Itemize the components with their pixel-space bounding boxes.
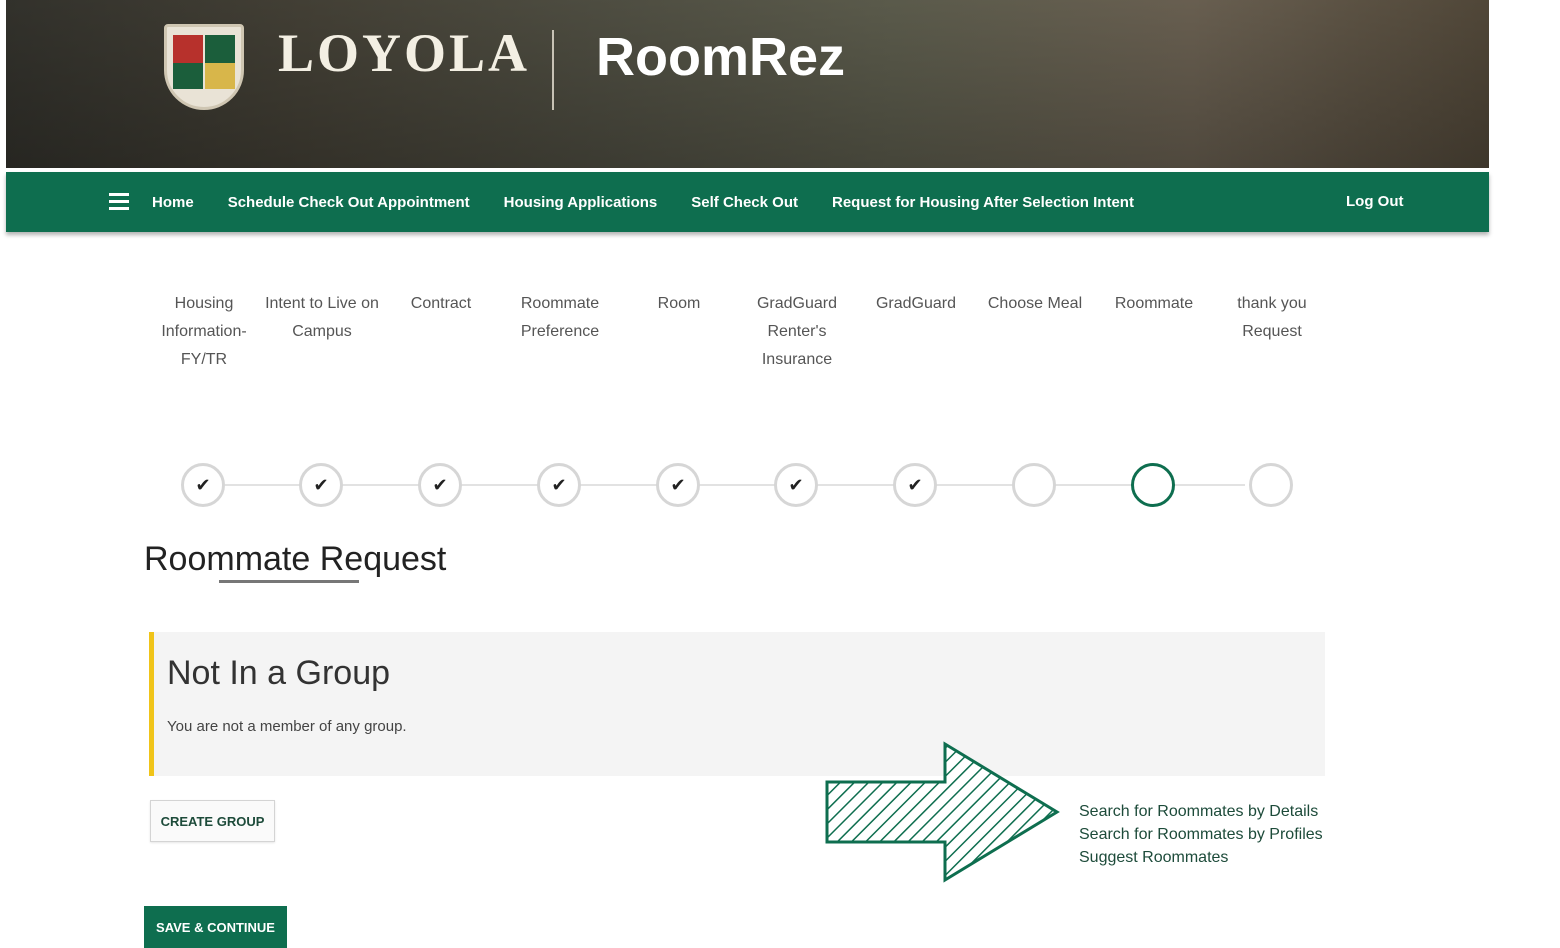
step-label: Roommate	[1114, 295, 1194, 312]
check-icon: ✔	[788, 474, 804, 495]
step-circle-complete[interactable]: ✔	[418, 463, 462, 507]
title-underline	[219, 580, 359, 583]
step-circle-complete[interactable]: ✔	[181, 463, 225, 507]
step-circle-current[interactable]	[1131, 463, 1175, 507]
crest-quarter	[205, 63, 235, 89]
step-label: Roommate Preference	[520, 295, 600, 340]
brand-name: LOYOLA	[278, 23, 531, 83]
search-by-profiles-link[interactable]: Search for Roommates by Profiles	[1079, 823, 1323, 846]
group-status-message: You are not a member of any group.	[167, 718, 407, 735]
check-icon: ✔	[313, 474, 329, 495]
step-label: Choose Meal	[987, 295, 1083, 312]
suggest-roommates-link[interactable]: Suggest Roommates	[1079, 846, 1323, 869]
group-status-panel: Not In a Group You are not a member of a…	[149, 632, 1325, 776]
crest-quarter	[173, 63, 203, 89]
step-circle-complete[interactable]: ✔	[537, 463, 581, 507]
loyola-crest-logo	[164, 24, 244, 110]
step-label: thank you Request	[1237, 295, 1307, 340]
nav-item-log-out[interactable]: Log Out	[1346, 193, 1403, 210]
menu-icon-bar	[109, 200, 129, 203]
check-icon: ✔	[907, 474, 923, 495]
page-title: Roommate Request	[144, 540, 447, 578]
step-circle-pending[interactable]	[1249, 463, 1293, 507]
nav-items: Home Schedule Check Out Appointment Hous…	[152, 172, 1134, 232]
search-by-details-link[interactable]: Search for Roommates by Details	[1079, 800, 1323, 823]
group-status-title: Not In a Group	[167, 654, 391, 692]
step-circle-pending[interactable]	[1012, 463, 1056, 507]
nav-item-request-housing[interactable]: Request for Housing After Selection Inte…	[832, 194, 1134, 211]
check-icon: ✔	[551, 474, 567, 495]
app-title: RoomRez	[596, 27, 846, 87]
step-label: Room	[657, 295, 701, 312]
step-label: GradGuard	[875, 295, 957, 312]
step-label: Housing Information- FY/TR	[161, 295, 247, 368]
check-icon: ✔	[195, 474, 211, 495]
create-group-button[interactable]: CREATE GROUP	[150, 800, 275, 842]
step-circle-complete[interactable]: ✔	[299, 463, 343, 507]
main-navbar: Home Schedule Check Out Appointment Hous…	[6, 172, 1489, 232]
nav-item-housing-applications[interactable]: Housing Applications	[504, 194, 658, 211]
check-icon: ✔	[432, 474, 448, 495]
step-label: Intent to Live on Campus	[265, 295, 379, 340]
step-circle-complete[interactable]: ✔	[893, 463, 937, 507]
step-circle-complete[interactable]: ✔	[774, 463, 818, 507]
menu-icon-bar	[109, 193, 129, 196]
header-banner: LOYOLA RoomRez	[6, 0, 1489, 168]
brand-divider	[552, 30, 554, 110]
nav-item-self-check-out[interactable]: Self Check Out	[691, 194, 798, 211]
menu-icon-bar	[109, 207, 129, 210]
roommate-search-options: Search for Roommates by Details Search f…	[1079, 800, 1323, 869]
check-icon: ✔	[670, 474, 686, 495]
menu-icon[interactable]	[109, 193, 129, 210]
save-continue-button[interactable]: SAVE & CONTINUE	[144, 906, 287, 948]
step-label: GradGuard Renter's Insurance	[756, 295, 838, 368]
step-connector	[225, 484, 1245, 486]
arrow-right-icon	[825, 741, 1060, 883]
step-circle-complete[interactable]: ✔	[656, 463, 700, 507]
step-label: Contract	[410, 295, 472, 312]
nav-item-home[interactable]: Home	[152, 194, 194, 211]
nav-item-schedule-check-out[interactable]: Schedule Check Out Appointment	[228, 194, 470, 211]
